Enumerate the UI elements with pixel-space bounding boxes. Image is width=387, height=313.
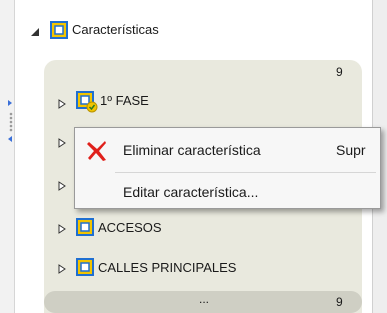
menu-item-eliminar[interactable]: Eliminar característica Supr <box>75 132 380 168</box>
menu-separator <box>115 172 376 173</box>
tree-root-label[interactable]: Características <box>72 22 159 37</box>
layer-icon <box>49 20 69 40</box>
tree-item-label[interactable]: ACCESOS <box>98 220 162 235</box>
left-splitter[interactable] <box>0 0 15 313</box>
expand-arrow-icon[interactable] <box>57 99 67 109</box>
expand-arrow-icon[interactable] <box>57 181 67 191</box>
splitter-grip-icon[interactable] <box>8 98 14 148</box>
delete-x-icon <box>85 139 109 163</box>
group-footer: ... 9 <box>44 291 362 313</box>
layer-checked-icon <box>75 90 98 113</box>
expand-arrow-icon[interactable] <box>57 264 67 274</box>
tree-item-label[interactable]: 1º FASE <box>100 93 149 108</box>
group-footer-count: 9 <box>336 295 343 309</box>
layer-icon <box>75 257 95 277</box>
group-count: 9 <box>336 65 343 79</box>
menu-item-label: Editar característica... <box>123 184 259 200</box>
context-menu: Eliminar característica Supr Editar cara… <box>74 127 381 209</box>
menu-item-label: Eliminar característica <box>123 142 261 158</box>
menu-item-editar[interactable]: Editar característica... <box>75 174 380 210</box>
menu-item-shortcut: Supr <box>336 142 366 158</box>
expand-arrow-icon[interactable] <box>57 224 67 234</box>
expand-arrow-icon[interactable] <box>57 138 67 148</box>
tree-item-label[interactable]: CALLES PRINCIPALES <box>98 260 236 275</box>
collapse-arrow-icon[interactable] <box>30 27 40 37</box>
group-footer-ellipsis[interactable]: ... <box>199 292 209 306</box>
layer-icon <box>75 217 95 237</box>
